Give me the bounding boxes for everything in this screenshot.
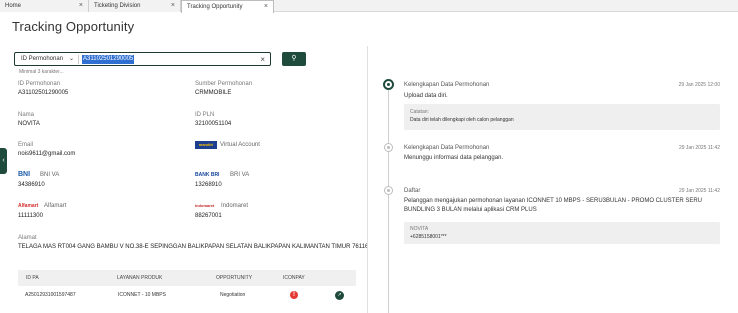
timeline-title: Kelengkapan Data Permohonan [404, 82, 490, 88]
indomaret-logo: Indomaret [195, 203, 215, 208]
nama-value: NOVITA [18, 121, 40, 127]
chevron-left-icon: ‹ [2, 157, 5, 164]
email-value: nois9611@gmail.com [18, 151, 76, 157]
id-pln-label: ID PLN [195, 112, 215, 118]
mandiri-logo: mandiri [195, 141, 217, 149]
id-pln-value: 32100051104 [195, 121, 232, 127]
tab-tracking-opportunity[interactable]: Tracking Opportunity × [181, 0, 274, 13]
timeline-text: Pelanggan mengajukan permohonan layanan … [404, 198, 703, 213]
clear-icon[interactable]: × [260, 53, 265, 66]
indomaret-label: Indomaret [221, 203, 249, 209]
id-permohonan-value: A31102501290005 [18, 90, 69, 96]
search-icon: ⚲ [291, 55, 297, 62]
indomaret-value: 88267001 [195, 213, 222, 219]
search-input[interactable]: A31102501290005 [82, 55, 135, 64]
bni-label: BNI VA [40, 172, 60, 178]
cell-id-pa: A25012931001597487 [25, 292, 76, 298]
th-layanan-produk: LAYANAN PRODUK [117, 275, 163, 281]
cell-layanan: ICONNET - 10 MBPS [118, 292, 166, 298]
page-title: Tracking Opportunity [12, 19, 135, 34]
timeline-title: Kelengkapan Data Permohonan [404, 145, 490, 151]
chevron-down-icon[interactable]: ⌄ [69, 53, 74, 66]
search-button[interactable]: ⚲ [282, 52, 306, 66]
search-type-select[interactable]: ID Permohonan [21, 53, 63, 66]
bri-label: BRI VA [230, 172, 250, 178]
close-icon[interactable]: × [264, 1, 268, 13]
timeline-dot [384, 186, 393, 195]
timeline-date: 29 Jan 2025 12:00 [678, 82, 720, 88]
search-hint: Minimal 3 karakter... [19, 69, 64, 75]
tab-bar: Home × Ticketing Division × Tracking Opp… [0, 0, 738, 13]
th-id-pa: ID PA [26, 275, 39, 281]
search-bar[interactable]: ID Permohonan ⌄ A31102501290005 × [14, 52, 271, 66]
virtual-account-label: Virtual Account [220, 142, 260, 148]
tab-label: Tracking Opportunity [187, 4, 243, 10]
panel-divider [367, 46, 368, 313]
timeline-date: 29 Jan 2025 11:42 [678, 188, 720, 194]
alfamart-value: 11111300 [18, 213, 43, 219]
timeline-line [388, 84, 389, 313]
bri-logo: BANK BRI [195, 172, 220, 178]
email-label: Email [18, 142, 34, 148]
alfamart-label: Alfamart [44, 203, 67, 209]
timeline-note: NOVITA +6285158001*** [404, 222, 720, 244]
timeline-dot-active [383, 79, 394, 90]
bri-va-value: 13268910 [195, 182, 222, 188]
id-permohonan-label: ID Permohonan [18, 81, 61, 87]
trend-icon[interactable]: ↗ [335, 291, 344, 300]
close-icon[interactable]: × [171, 0, 175, 12]
divider [78, 55, 79, 64]
timeline-dot [384, 143, 393, 152]
th-iconpay: ICONPAY [283, 275, 305, 281]
tab-label: Home [5, 3, 22, 9]
nama-label: Nama [18, 112, 35, 118]
tab-label: Ticketing Division [94, 3, 141, 9]
timeline-note: Catatan: Data diri telah dilengkapi oleh… [404, 104, 720, 130]
alert-icon[interactable]: ! [290, 291, 298, 299]
timeline-text: Upload data diri. [404, 93, 448, 99]
note-value: +6285158001*** [410, 234, 447, 240]
bni-logo: BNI [18, 171, 31, 178]
bni-va-value: 34386910 [18, 182, 45, 188]
note-label: NOVITA [410, 226, 429, 232]
tab-ticketing-division[interactable]: Ticketing Division × [89, 0, 181, 12]
alamat-label: Alamat [18, 235, 37, 241]
tab-home[interactable]: Home × [0, 0, 89, 12]
alfamart-logo: Alfamart [18, 203, 39, 209]
sumber-permohonan-value: CRMMOBILE [195, 90, 232, 96]
note-value: Data diri telah dilengkapi oleh calon pe… [410, 117, 514, 123]
alamat-value: TELAGA MAS RT004 GANG BAMBU V NO.38-E SE… [18, 244, 369, 250]
th-opportunity: OPPORTUNITY [216, 275, 253, 281]
note-label: Catatan: [410, 109, 429, 115]
close-icon[interactable]: × [79, 0, 83, 12]
timeline-date: 29 Jan 2025 11:42 [678, 145, 720, 151]
cell-opportunity: Negotiation [220, 292, 246, 298]
timeline-text: Menunggu informasi data pelanggan. [404, 155, 504, 161]
table-header: ID PA LAYANAN PRODUK OPPORTUNITY ICONPAY [18, 270, 356, 286]
sumber-permohonan-label: Sumber Permohonan [195, 81, 253, 87]
timeline-title: Daftar [404, 188, 421, 194]
collapse-panel-handle[interactable]: ‹ [0, 148, 7, 174]
